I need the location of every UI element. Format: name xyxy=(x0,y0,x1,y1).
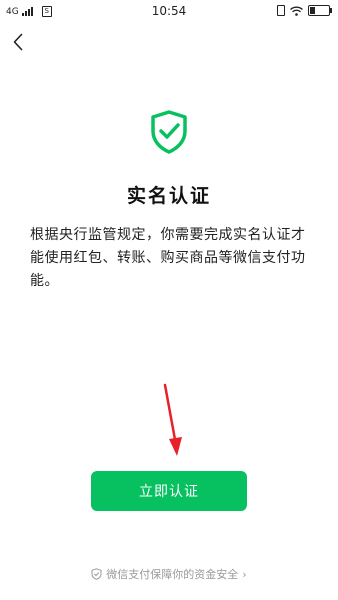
shield-check-icon xyxy=(151,110,187,154)
vibrate-icon xyxy=(277,5,285,16)
security-guarantee-link[interactable]: 微信支付保障你的资金安全 › xyxy=(0,566,338,582)
battery-icon xyxy=(308,5,332,16)
chevron-right-icon: › xyxy=(242,567,247,581)
status-bar: 4G S 10:54 xyxy=(0,0,338,26)
back-button[interactable] xyxy=(8,30,28,54)
chevron-left-icon xyxy=(13,33,23,51)
real-name-verification-screen: 4G S 10:54 实名认证 根据央行监管规定，你需要完成实名认证才能使用红包… xyxy=(0,0,338,600)
annotation-arrow-icon xyxy=(163,383,182,456)
shield-outline-icon xyxy=(91,568,102,580)
verify-now-button[interactable]: 立即认证 xyxy=(91,471,247,511)
status-right xyxy=(277,5,332,16)
footer-text: 微信支付保障你的资金安全 xyxy=(106,568,239,581)
wifi-icon xyxy=(290,6,303,16)
battery-fill xyxy=(310,7,315,14)
page-title: 实名认证 xyxy=(126,185,211,207)
description-text: 根据央行监管规定，你需要完成实名认证才能使用红包、转账、购买商品等微信支付功能。 xyxy=(30,227,306,289)
